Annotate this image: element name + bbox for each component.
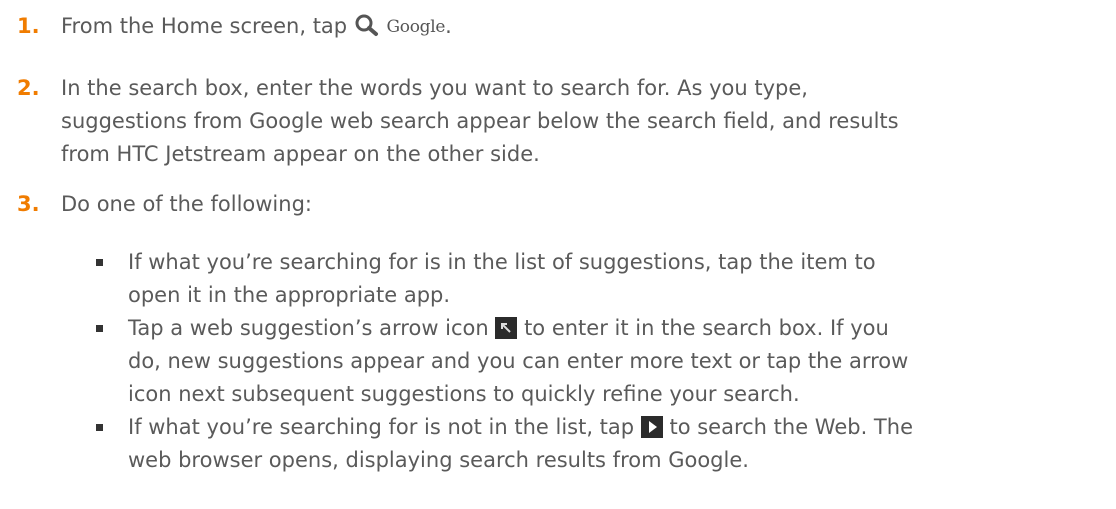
search-icon <box>354 13 380 47</box>
step-number: 3. <box>17 192 40 216</box>
google-label: Google <box>386 17 446 37</box>
step-number: 2. <box>17 76 40 100</box>
bullet-marker <box>96 325 103 332</box>
bullet-text: If what you’re searching for is not in t… <box>128 415 913 472</box>
bullet-marker <box>96 424 103 431</box>
step-3: 3. Do one of the following: <box>0 188 1116 221</box>
bullet-text: Tap a web suggestion’s arrow icon to ent… <box>128 316 909 406</box>
bullet-marker <box>96 259 103 266</box>
arrow-up-left-icon <box>495 317 518 339</box>
step-text: In the search box, enter the words you w… <box>61 76 899 166</box>
bullet-text: If what you’re searching for is in the l… <box>128 250 876 307</box>
bullet-item: Tap a web suggestion’s arrow icon to ent… <box>0 312 1116 411</box>
step-text: Do one of the following: <box>61 192 312 216</box>
step-1: 1. From the Home screen, tap Google. <box>0 10 1116 43</box>
step-2: 2. In the search box, enter the words yo… <box>0 72 1116 171</box>
bullet-item: If what you’re searching for is not in t… <box>0 411 1116 477</box>
step-number: 1. <box>17 14 40 38</box>
step-text: From the Home screen, tap Google. <box>61 10 1111 47</box>
play-arrow-icon <box>640 416 663 438</box>
bullet-item: If what you’re searching for is in the l… <box>0 246 1116 312</box>
